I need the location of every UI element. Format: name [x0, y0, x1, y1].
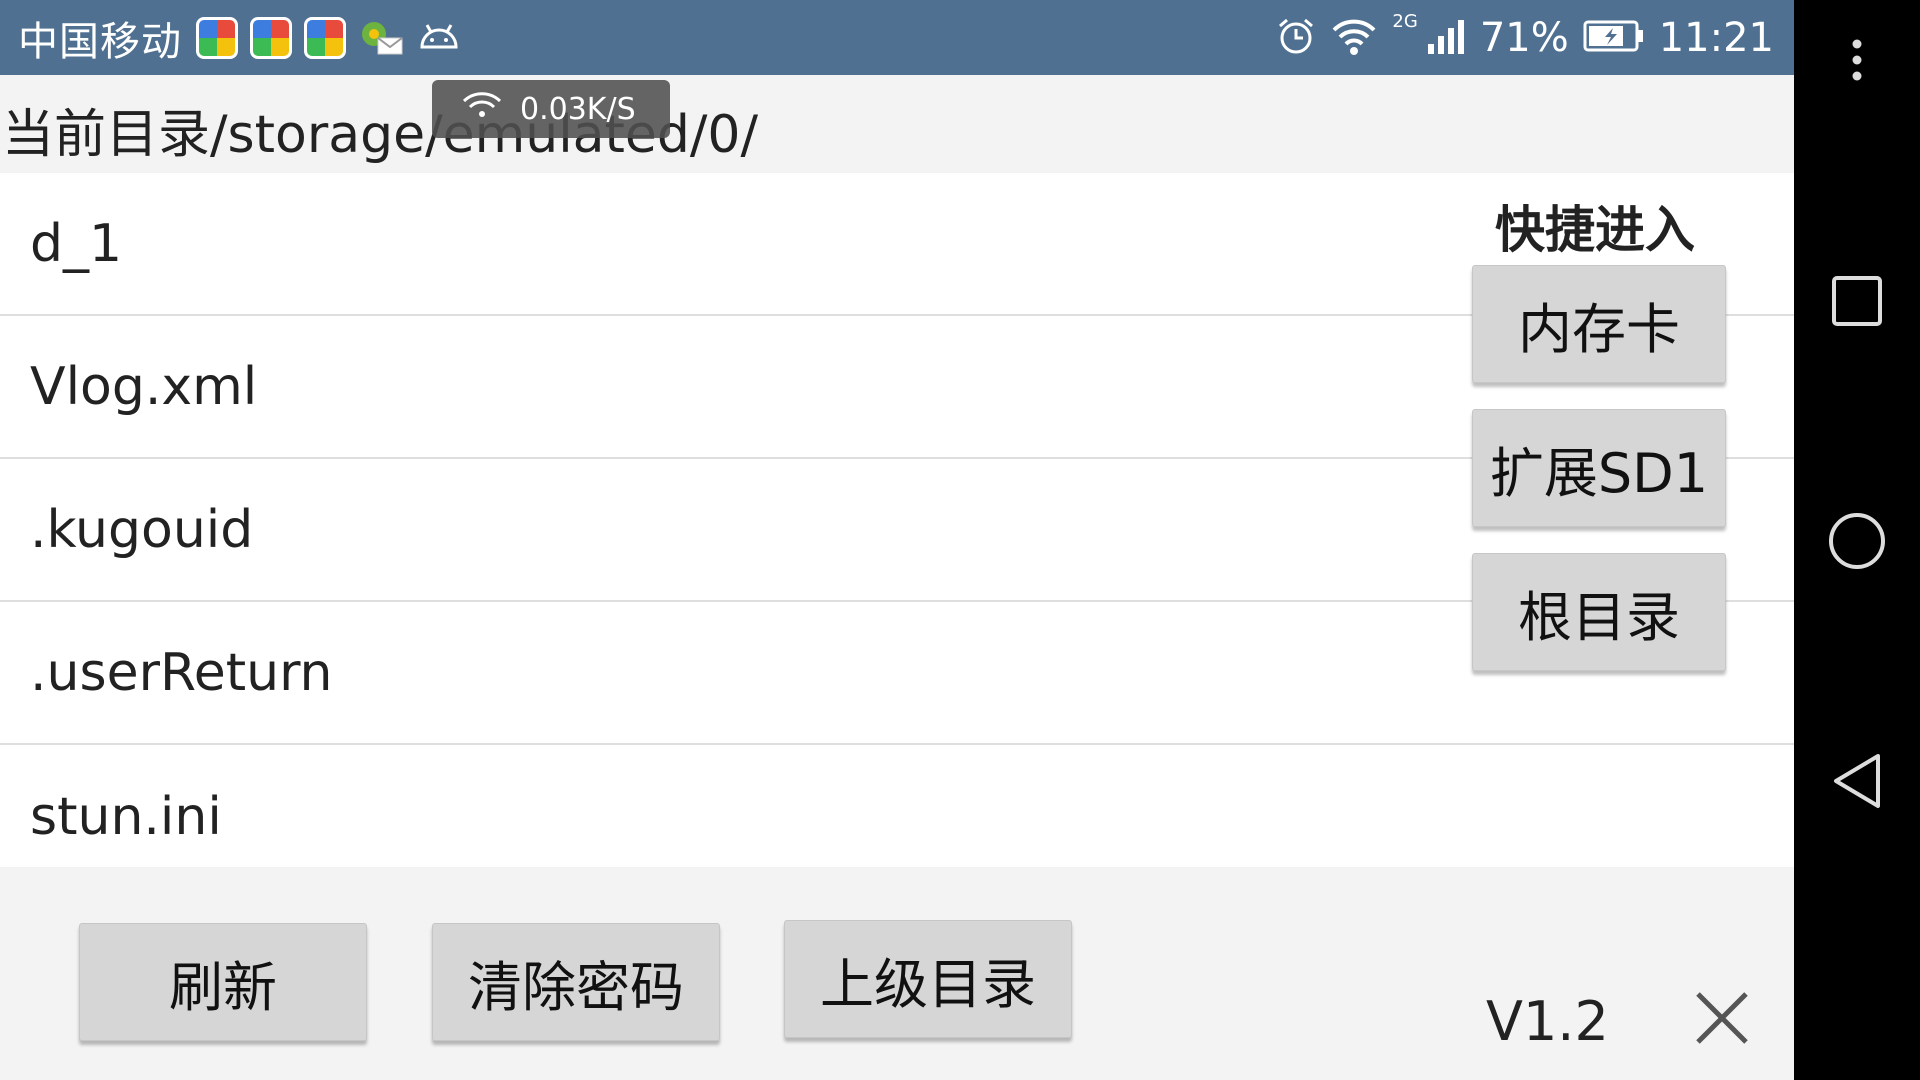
battery-icon	[1583, 19, 1645, 57]
parent-directory-button[interactable]: 上级目录	[784, 920, 1072, 1038]
home-icon[interactable]	[1794, 511, 1920, 571]
app-screen: 中国移动 2G 71% 11:21 当前目录 0.03K/S d_1 Vlog.…	[0, 0, 1794, 1080]
clock: 11:21	[1658, 14, 1774, 61]
root-directory-button[interactable]: 根目录	[1472, 553, 1726, 671]
file-name: Vlog.xml	[30, 356, 258, 417]
internal-storage-button[interactable]: 内存卡	[1472, 265, 1726, 383]
navigation-bar	[1794, 0, 1920, 1080]
close-icon[interactable]	[1692, 988, 1752, 1048]
refresh-button[interactable]: 刷新	[79, 923, 367, 1041]
file-name: .userReturn	[30, 642, 333, 703]
notification-icon	[358, 18, 404, 58]
current-directory-label: 当前目录	[2, 105, 211, 165]
wifi-icon	[462, 91, 502, 127]
app-icon	[304, 16, 346, 59]
carrier-name: 中国移动	[18, 18, 182, 65]
recent-apps-icon[interactable]	[1794, 274, 1920, 328]
sd-card-button[interactable]: 扩展SD1	[1472, 409, 1726, 527]
version-label: V1.2	[1486, 990, 1609, 1053]
status-bar: 中国移动 2G 71% 11:21	[0, 0, 1794, 75]
overflow-menu-icon[interactable]	[1794, 38, 1920, 82]
file-name: d_1	[30, 213, 123, 274]
network-speed-text: 0.03K/S	[520, 91, 636, 127]
app-icon	[196, 16, 238, 59]
quick-access-title: 快捷进入	[1495, 201, 1695, 259]
file-name: stun.ini	[30, 786, 222, 847]
network-type: 2G	[1392, 11, 1418, 32]
wifi-icon	[1330, 16, 1378, 60]
clear-password-button[interactable]: 清除密码	[432, 923, 720, 1041]
battery-percent: 71%	[1479, 14, 1569, 61]
network-speed-overlay: 0.03K/S	[432, 80, 670, 138]
signal-icon	[1426, 16, 1466, 60]
alarm-icon	[1276, 16, 1316, 60]
app-icon	[250, 16, 292, 59]
back-icon[interactable]	[1794, 752, 1920, 810]
file-name: .kugouid	[30, 499, 254, 560]
android-icon	[418, 21, 460, 55]
